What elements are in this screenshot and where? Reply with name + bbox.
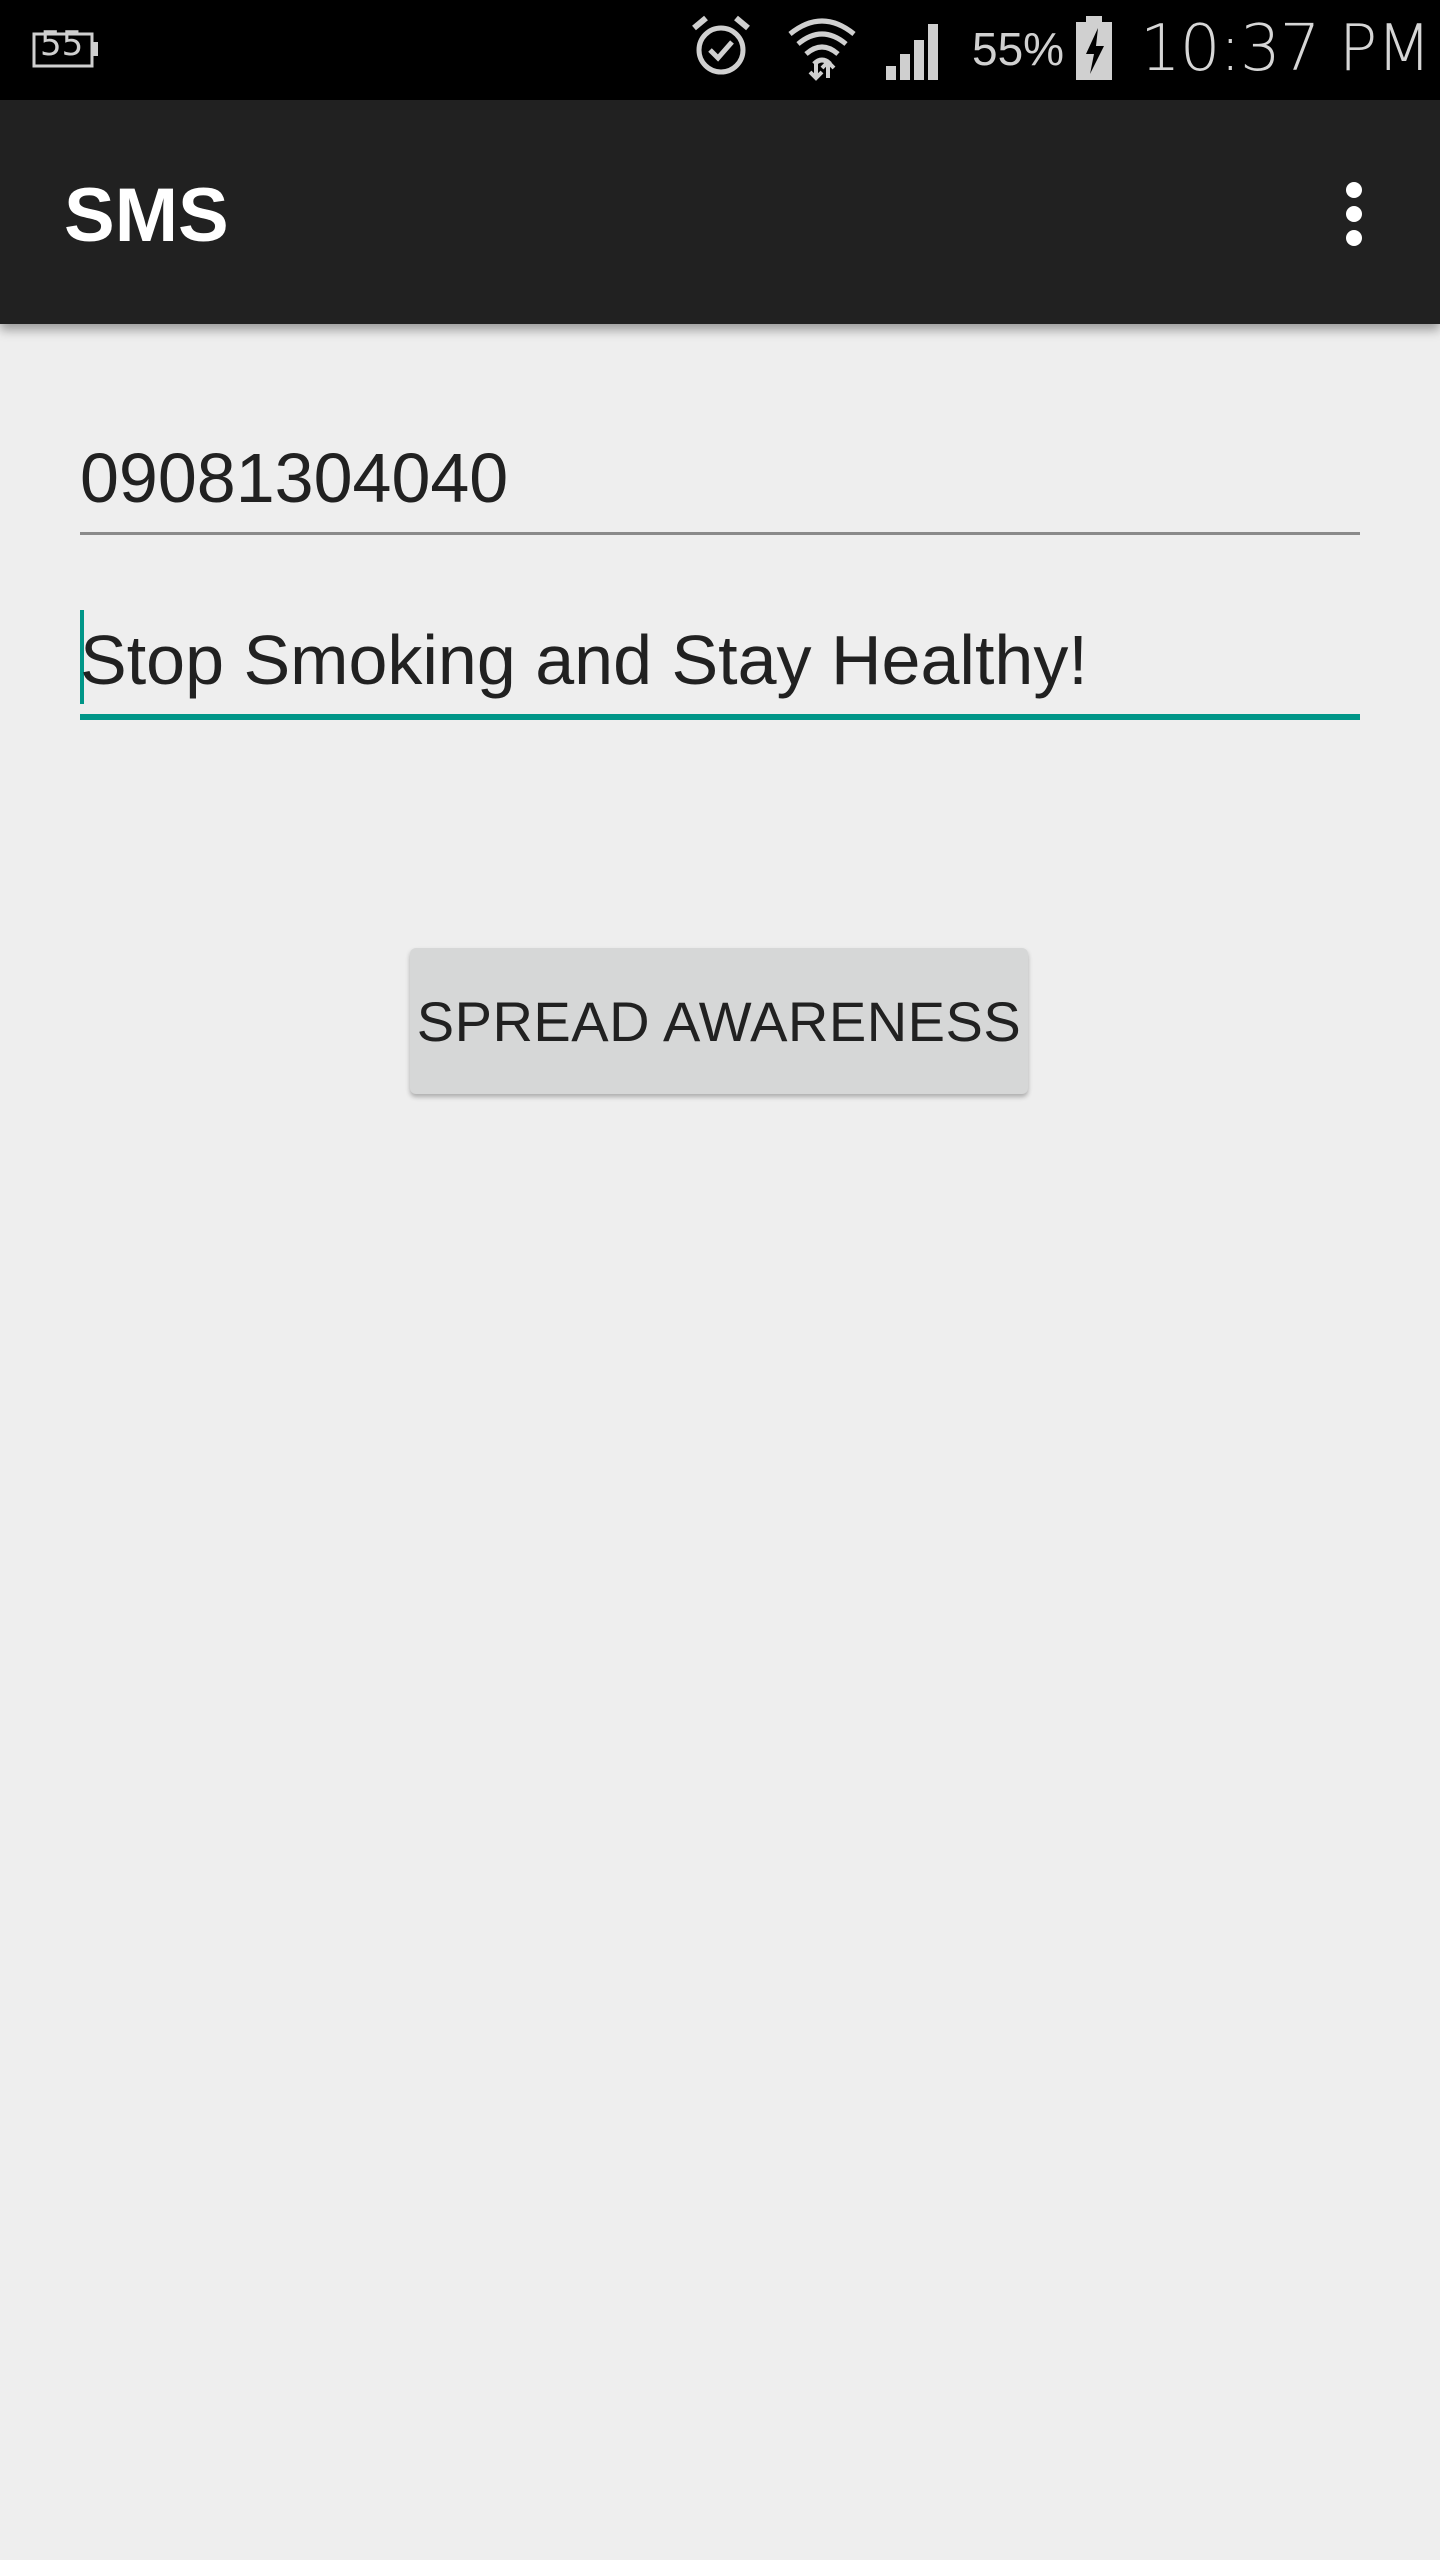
overflow-menu-icon[interactable]: [1320, 174, 1384, 254]
app-title: SMS: [64, 173, 229, 258]
wifi-icon: [788, 18, 856, 81]
notification-icon: 55: [32, 24, 100, 70]
notification-count: 55: [40, 24, 84, 64]
alarm-icon: [692, 15, 750, 75]
message-value: Stop Smoking and Stay Healthy!: [80, 621, 1088, 699]
status-bar: 55 55% 10:37 PM: [0, 0, 1440, 100]
phone-number-value: 09081304040: [80, 439, 509, 517]
app-bar: SMS: [0, 100, 1440, 324]
phone-field-underline: [80, 532, 1360, 535]
clock: 10:37 PM: [1140, 12, 1432, 86]
spread-awareness-button[interactable]: SPREAD AWARENESS: [410, 948, 1028, 1094]
phone-number-field[interactable]: 09081304040: [80, 430, 1360, 540]
message-field[interactable]: Stop Smoking and Stay Healthy!: [80, 610, 1360, 726]
battery-charging-icon: [1076, 16, 1112, 80]
message-field-underline: [80, 714, 1360, 720]
battery-percentage: 55%: [972, 23, 1065, 75]
signal-icon: [886, 24, 938, 80]
